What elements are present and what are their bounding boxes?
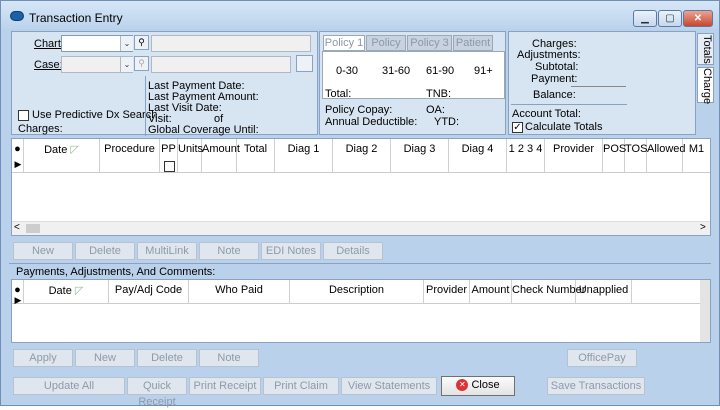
tab-policy-2[interactable]: Policy 2 [366, 35, 406, 63]
view-statements-button[interactable]: View Statements [341, 377, 437, 395]
predictive-dx-label: Use Predictive Dx Search [32, 109, 158, 121]
close-window-button[interactable]: ✕ [683, 10, 713, 27]
quick-receipt-button[interactable]: Quick Receipt [127, 377, 187, 408]
policy-total-label: Total: [325, 88, 352, 100]
totals-payment-label: Payment: [531, 73, 578, 85]
row-pointer-icon: ▶ [14, 159, 22, 169]
aging-91-plus: 91+ [474, 65, 493, 77]
charge-multilink-button[interactable]: MultiLink [137, 242, 197, 260]
payment-note-button[interactable]: Note [199, 349, 259, 367]
pay-col-provider[interactable]: Provider [424, 280, 470, 304]
case-dropdown-icon[interactable]: ⌄ [120, 57, 133, 72]
charges-new-row[interactable]: ▶ [12, 159, 710, 173]
aging-31-60: 31-60 [382, 65, 411, 77]
minimize-button[interactable]: ▁ [633, 10, 657, 27]
charges-label: Charges: [18, 123, 63, 135]
tab-policy-1[interactable]: Policy 1 [323, 35, 365, 51]
charge-note-button[interactable]: Note [199, 242, 259, 260]
calculate-totals-checkbox[interactable]: ✓ [512, 122, 523, 133]
payment-delete-button[interactable]: Delete [137, 349, 197, 367]
totals-panel: Charges: Adjustments: Subtotal: Payment:… [508, 31, 696, 135]
scroll-right-icon[interactable]: > [700, 222, 706, 233]
pp-checkbox[interactable] [164, 161, 175, 172]
payment-new-button[interactable]: New [75, 349, 135, 367]
scroll-thumb[interactable] [26, 224, 40, 233]
payments-section-label: Payments, Adjustments, And Comments: [16, 266, 216, 278]
case-description-display [151, 56, 291, 73]
pay-col-date[interactable]: Date ◸ [24, 280, 109, 304]
policy-tnb-label: TNB: [426, 88, 452, 100]
annual-deductible-label: Annual Deductible: [325, 116, 418, 128]
office-pay-button[interactable]: OfficePay [567, 349, 637, 367]
print-receipt-button[interactable]: Print Receipt [189, 377, 261, 395]
scroll-left-icon[interactable]: < [14, 222, 20, 233]
ytd-label: YTD: [434, 116, 460, 128]
app-logo-icon [10, 11, 24, 21]
charge-edi-notes-button[interactable]: EDI Notes [261, 242, 321, 260]
update-all-button[interactable]: Update All [13, 377, 125, 395]
tab-patient[interactable]: Patient [453, 35, 493, 51]
tab-charge[interactable]: Charge [697, 67, 714, 104]
save-transactions-button[interactable]: Save Transactions [547, 377, 645, 395]
payment-apply-button[interactable]: Apply [13, 349, 73, 367]
pay-col-date-label: Date [48, 285, 72, 297]
transaction-entry-window: Transaction Entry ▁ ▢ ✕ Chart: ⌄ ⚲ Case:… [0, 0, 720, 408]
tab-totals[interactable]: Totals [697, 33, 714, 65]
charge-details-button[interactable]: Details [323, 242, 383, 260]
calculate-totals-label: Calculate Totals [525, 121, 603, 133]
charge-new-button[interactable]: New [13, 242, 73, 260]
tab-policy-3[interactable]: Policy 3 [407, 35, 452, 51]
totals-balance-label: Balance: [533, 89, 576, 101]
case-label: Case: [34, 59, 63, 71]
charges-horizontal-scrollbar[interactable]: < > [12, 221, 710, 235]
payments-grid: ● Date ◸ Pay/Adj Code Who Paid Descripti… [11, 279, 711, 343]
date-filter-icon: ◸ [70, 144, 79, 156]
chart-search-icon[interactable]: ⚲ [134, 35, 149, 50]
window-title: Transaction Entry [29, 11, 123, 25]
print-claim-button[interactable]: Print Claim [263, 377, 339, 395]
chart-dropdown-icon[interactable]: ⌄ [120, 36, 133, 51]
patient-panel: Chart: ⌄ ⚲ Case: ⌄ ⚲ Use Predictive Dx S… [11, 31, 318, 136]
aging-0-30: 0-30 [336, 65, 359, 77]
chart-name-display [151, 35, 311, 52]
payments-row-pointer-icon: ▶ [14, 295, 22, 305]
pay-col-unapplied[interactable]: Unapplied [576, 280, 632, 304]
close-button[interactable]: ✕ Close [441, 376, 515, 396]
close-button-label: Close [471, 379, 500, 391]
pay-col-check-number[interactable]: Check Number [512, 280, 585, 304]
col-date-label: Date [44, 144, 68, 156]
totals-adjustments-label: Adjustments: [517, 49, 581, 61]
case-search-icon[interactable]: ⚲ [134, 56, 149, 71]
policy-copay-label: Policy Copay: [325, 104, 393, 116]
pay-col-code[interactable]: Pay/Adj Code [109, 280, 189, 304]
pay-col-who-paid[interactable]: Who Paid [189, 280, 290, 304]
close-icon: ✕ [456, 379, 469, 392]
payments-grid-header: ● Date ◸ Pay/Adj Code Who Paid Descripti… [12, 280, 710, 304]
payments-vertical-scrollbar[interactable] [700, 280, 710, 342]
chart-label: Chart: [34, 38, 64, 50]
predictive-dx-checkbox[interactable] [18, 110, 29, 121]
maximize-button[interactable]: ▢ [658, 10, 682, 27]
pay-col-description[interactable]: Description [290, 280, 424, 304]
pay-date-filter-icon: ◸ [74, 285, 84, 297]
aging-61-90: 61-90 [426, 65, 455, 77]
charge-delete-button[interactable]: Delete [75, 242, 135, 260]
title-bar: Transaction Entry ▁ ▢ ✕ [1, 1, 719, 29]
policy-panel: Policy 1 Policy 2 Policy 3 Patient 0-30 … [319, 31, 506, 135]
policy-oa-label: OA: [426, 104, 445, 116]
account-total-label: Account Total: [512, 108, 581, 120]
pay-col-amount[interactable]: Amount [470, 280, 512, 304]
global-coverage-label: Global Coverage Until: [148, 124, 259, 136]
totals-subtotal-label: Subtotal: [535, 61, 579, 73]
case-edit-icon[interactable] [296, 55, 313, 72]
charges-grid: ● Date ◸ Procedure PP Units Amount Total… [11, 138, 711, 236]
